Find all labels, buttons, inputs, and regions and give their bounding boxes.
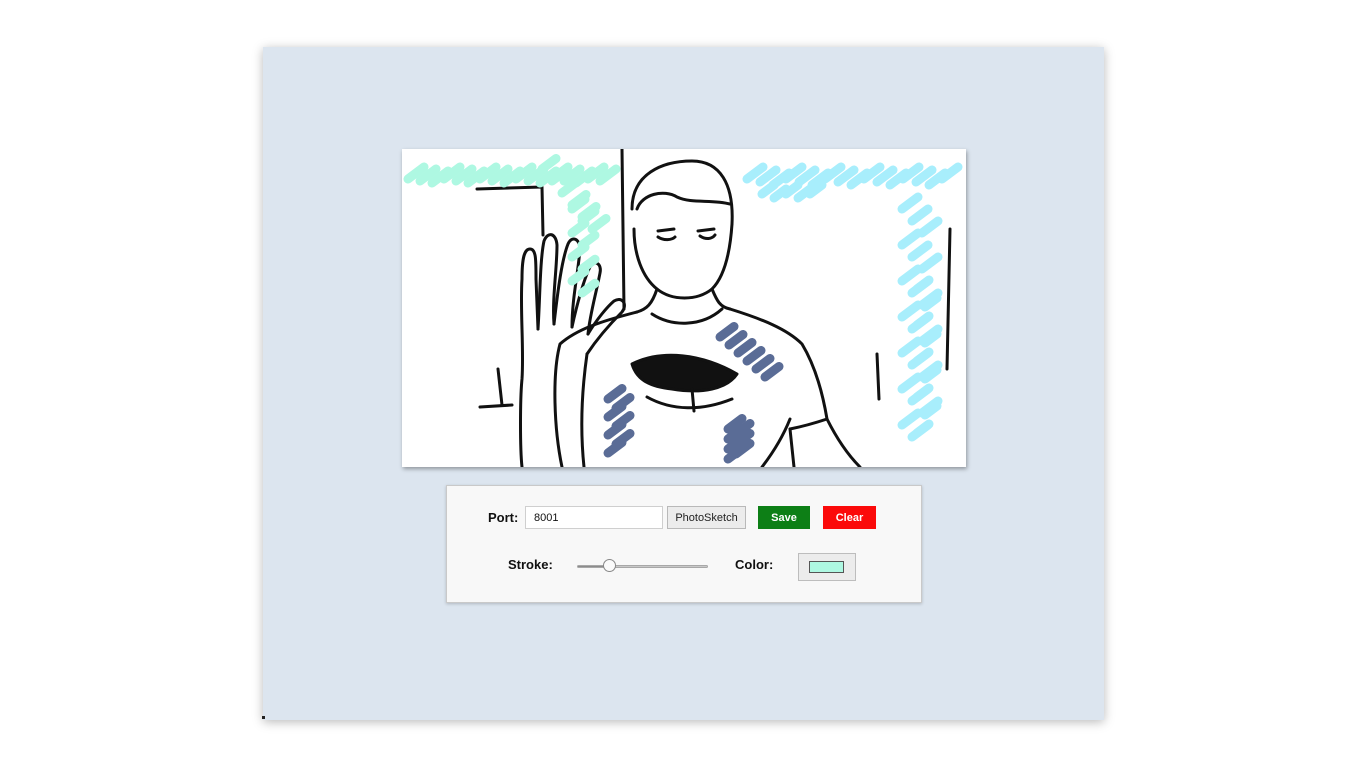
cyan-stroke (897, 192, 923, 214)
cyan-stroke (912, 347, 934, 366)
color-label: Color: (735, 557, 774, 572)
photosketch-button[interactable]: PhotoSketch (667, 506, 746, 529)
cyan-stroke (897, 408, 923, 430)
port-label: Port: (488, 510, 519, 525)
cyan-stroke (912, 275, 934, 294)
stroke-slider-track[interactable] (577, 565, 708, 568)
cyan-stroke (897, 300, 923, 322)
cyan-stroke (897, 336, 923, 358)
slate-stroke (603, 438, 627, 458)
slate-stroke (733, 338, 757, 358)
stroke-slider-thumb[interactable] (602, 559, 616, 572)
cyan-stroke (907, 204, 933, 226)
slate-stroke (603, 384, 627, 404)
cyan-stroke (917, 216, 943, 238)
window-corner-mark (262, 716, 265, 719)
mint-stroke (587, 214, 611, 234)
color-picker-button[interactable] (798, 553, 856, 581)
save-button[interactable]: Save (758, 506, 810, 529)
cyan-stroke (897, 264, 923, 286)
cyan-stroke (912, 383, 934, 402)
slate-stroke (603, 420, 627, 440)
slate-stroke (724, 330, 748, 350)
cyan-stroke (912, 419, 934, 438)
slate-stroke (603, 402, 627, 422)
stroke-label: Stroke: (508, 557, 553, 572)
control-panel: Port: PhotoSketch Save Clear Stroke: Col… (446, 485, 922, 603)
clear-button[interactable]: Clear (823, 506, 876, 529)
sketch-canvas[interactable] (402, 149, 966, 467)
cyan-stroke (912, 311, 934, 330)
slate-stroke (760, 362, 784, 382)
mint-stroke (567, 218, 590, 238)
app-window: Port: PhotoSketch Save Clear Stroke: Col… (263, 47, 1104, 720)
port-input[interactable] (525, 506, 663, 529)
cyan-stroke (897, 372, 923, 394)
cyan-stroke (757, 180, 779, 199)
slate-stroke (715, 322, 739, 342)
cyan-stroke (917, 252, 943, 274)
slate-stroke (751, 354, 775, 374)
sketch-drawing[interactable] (402, 149, 966, 467)
slate-stroke (742, 346, 766, 366)
color-swatch (809, 561, 844, 573)
cyan-stroke (897, 228, 923, 250)
mint-stroke (567, 266, 590, 286)
mint-stroke (567, 242, 590, 262)
cyan-stroke (907, 240, 933, 262)
